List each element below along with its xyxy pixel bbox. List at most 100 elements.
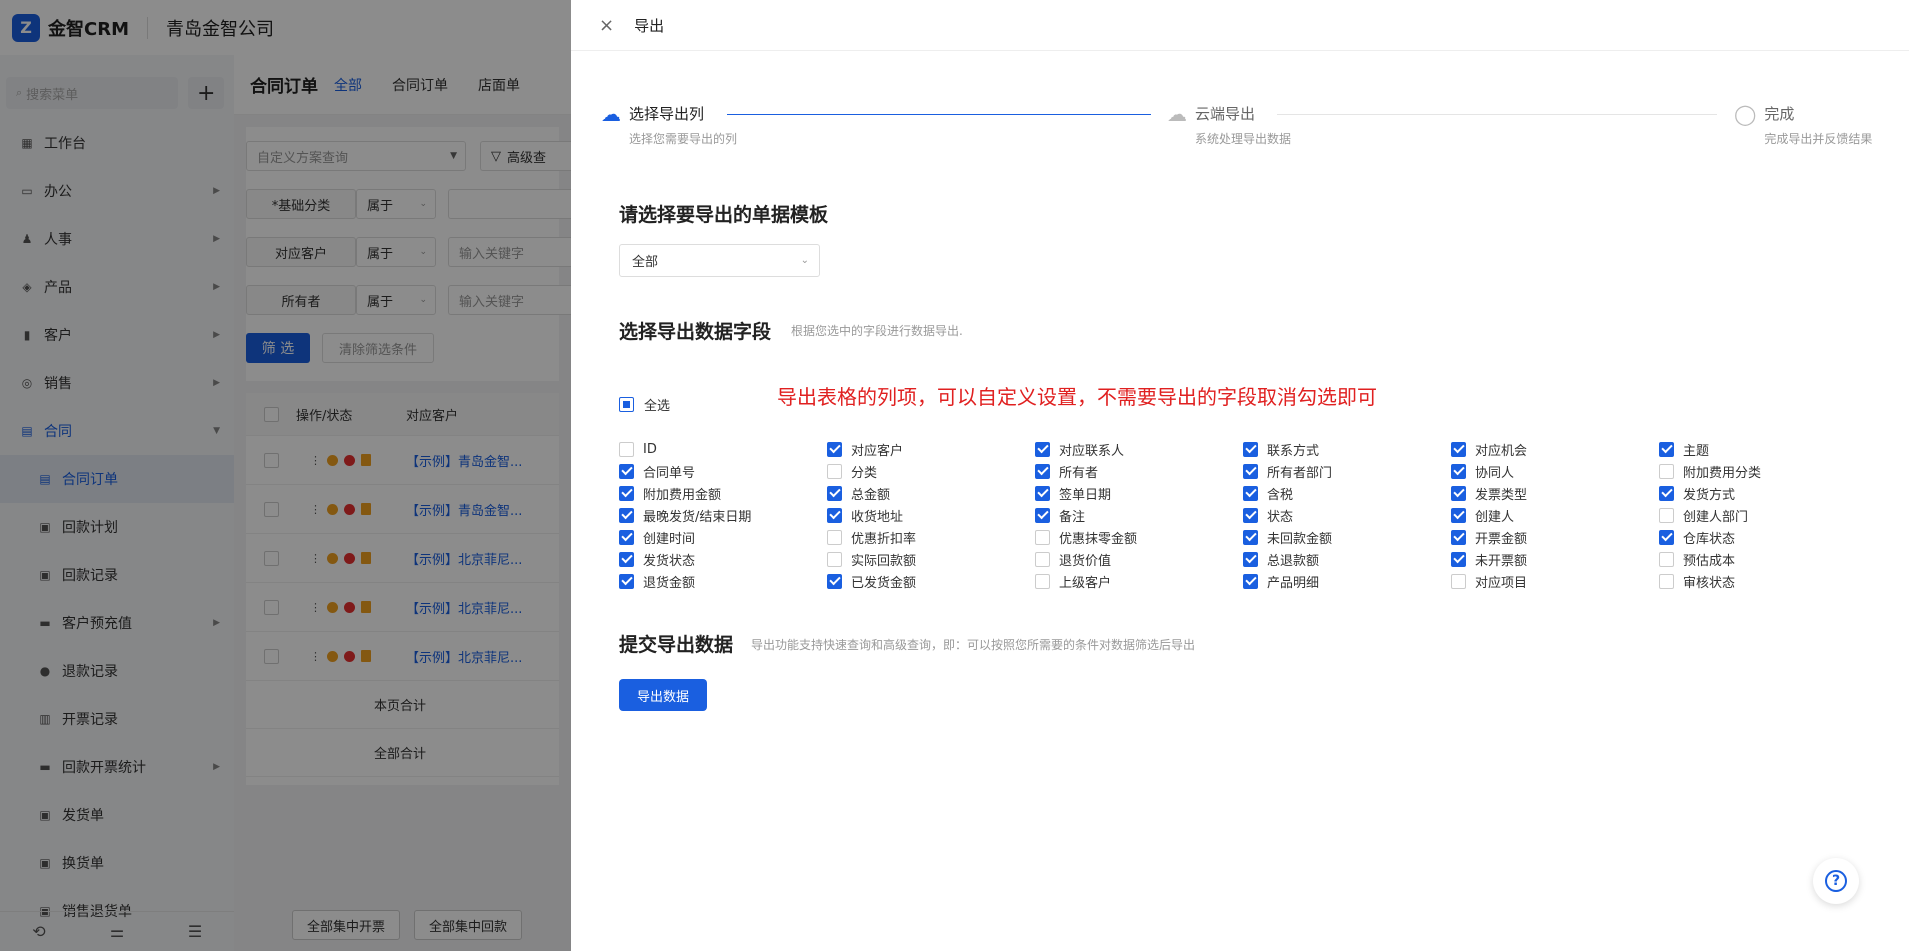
step-connector (727, 114, 1151, 115)
checkbox-icon[interactable] (1451, 529, 1466, 545)
checkbox-icon[interactable] (1035, 441, 1050, 457)
checkbox-icon[interactable] (827, 441, 842, 457)
field-checkbox[interactable]: 产品明细 (1243, 570, 1451, 592)
checkbox-icon[interactable] (1451, 551, 1466, 567)
field-checkbox[interactable]: ID (619, 438, 827, 460)
field-checkbox[interactable]: 备注 (1035, 504, 1243, 526)
step-select-columns: ☁ 选择导出列 选择您需要导出的列 (601, 103, 737, 147)
checkbox-icon[interactable] (1451, 485, 1466, 501)
field-checkbox[interactable]: 含税 (1243, 482, 1451, 504)
field-checkbox[interactable]: 总金额 (827, 482, 1035, 504)
field-checkbox[interactable]: 审核状态 (1659, 570, 1867, 592)
field-checkbox[interactable]: 仓库状态 (1659, 526, 1867, 548)
field-checkbox[interactable]: 所有者部门 (1243, 460, 1451, 482)
field-checkbox[interactable]: 优惠折扣率 (827, 526, 1035, 548)
help-button[interactable]: ? (1813, 858, 1859, 904)
checkbox-icon[interactable] (1243, 441, 1258, 457)
checkbox-icon[interactable] (827, 507, 842, 523)
field-checkbox[interactable]: 优惠抹零金额 (1035, 526, 1243, 548)
checkbox-icon[interactable] (827, 573, 842, 589)
checkbox-icon[interactable] (1243, 485, 1258, 501)
field-checkbox[interactable]: 退货价值 (1035, 548, 1243, 570)
checkbox-icon[interactable] (1659, 551, 1674, 567)
field-checkbox[interactable]: 开票金额 (1451, 526, 1659, 548)
field-checkbox[interactable]: 附加费用分类 (1659, 460, 1867, 482)
field-checkbox[interactable]: 最晚发货/结束日期 (619, 504, 827, 526)
checkbox-icon[interactable] (827, 463, 842, 479)
template-select[interactable]: 全部 ⌄ (619, 244, 820, 277)
field-label: 优惠折扣率 (851, 531, 917, 547)
checkbox-icon[interactable] (1659, 573, 1674, 589)
checkbox-icon[interactable] (1243, 551, 1258, 567)
field-checkbox[interactable]: 未回款金额 (1243, 526, 1451, 548)
field-checkbox[interactable]: 创建人 (1451, 504, 1659, 526)
select-all-check-icon[interactable] (619, 397, 634, 412)
checkbox-icon[interactable] (827, 551, 842, 567)
checkbox-icon[interactable] (1035, 573, 1050, 589)
annotation-text: 导出表格的列项，可以自定义设置，不需要导出的字段取消勾选即可 (777, 385, 1377, 409)
checkbox-icon[interactable] (1035, 529, 1050, 545)
field-checkbox[interactable]: 发票类型 (1451, 482, 1659, 504)
checkbox-icon[interactable] (827, 485, 842, 501)
field-label: 联系方式 (1267, 443, 1320, 459)
field-checkbox[interactable]: 总退款额 (1243, 548, 1451, 570)
field-checkbox[interactable]: 发货状态 (619, 548, 827, 570)
checkbox-icon[interactable] (1451, 463, 1466, 479)
field-label: 含税 (1267, 487, 1294, 503)
checkbox-icon[interactable] (619, 463, 634, 479)
checkbox-icon[interactable] (619, 485, 634, 501)
checkbox-icon[interactable] (619, 529, 634, 545)
field-checkbox[interactable]: 对应项目 (1451, 570, 1659, 592)
checkbox-icon[interactable] (827, 529, 842, 545)
export-data-button[interactable]: 导出数据 (619, 679, 707, 711)
checkbox-icon[interactable] (1243, 529, 1258, 545)
field-checkbox[interactable]: 对应机会 (1451, 438, 1659, 460)
field-checkbox[interactable]: 发货方式 (1659, 482, 1867, 504)
field-checkbox[interactable]: 合同单号 (619, 460, 827, 482)
checkbox-icon[interactable] (1035, 485, 1050, 501)
checkbox-icon[interactable] (619, 573, 634, 589)
field-checkbox[interactable]: 上级客户 (1035, 570, 1243, 592)
field-checkbox[interactable]: 对应联系人 (1035, 438, 1243, 460)
checkbox-icon[interactable] (619, 441, 634, 457)
field-checkbox[interactable]: 主题 (1659, 438, 1867, 460)
checkbox-icon[interactable] (1659, 485, 1674, 501)
checkbox-icon[interactable] (1451, 507, 1466, 523)
checkbox-icon[interactable] (1659, 507, 1674, 523)
field-checkbox[interactable]: 退货金额 (619, 570, 827, 592)
checkbox-icon[interactable] (1243, 573, 1258, 589)
checkbox-icon[interactable] (1035, 463, 1050, 479)
field-checkbox[interactable]: 实际回款额 (827, 548, 1035, 570)
field-checkbox[interactable]: 签单日期 (1035, 482, 1243, 504)
checkbox-icon[interactable] (1035, 551, 1050, 567)
field-checkbox[interactable]: 协同人 (1451, 460, 1659, 482)
field-checkbox[interactable]: 收货地址 (827, 504, 1035, 526)
checkbox-icon[interactable] (1451, 573, 1466, 589)
field-label: 审核状态 (1683, 575, 1736, 591)
field-checkbox[interactable]: 已发货金额 (827, 570, 1035, 592)
checkbox-icon[interactable] (619, 507, 634, 523)
field-checkbox[interactable]: 所有者 (1035, 460, 1243, 482)
field-checkbox[interactable]: 对应客户 (827, 438, 1035, 460)
checkbox-icon[interactable] (619, 551, 634, 567)
checkbox-icon[interactable] (1659, 441, 1674, 457)
field-checkbox[interactable]: 附加费用金额 (619, 482, 827, 504)
field-checkbox[interactable]: 分类 (827, 460, 1035, 482)
field-checkbox[interactable]: 未开票额 (1451, 548, 1659, 570)
field-checkbox[interactable]: 创建时间 (619, 526, 827, 548)
field-checkbox-grid: ID 对应客户 对应联系人 联系方式 对应机会 主题 合同单号 分类 所有者 所有者部门 协同人 附加… (619, 438, 1867, 592)
checkbox-icon[interactable] (1243, 463, 1258, 479)
field-checkbox[interactable]: 状态 (1243, 504, 1451, 526)
checkbox-icon[interactable] (1243, 507, 1258, 523)
field-checkbox[interactable]: 预估成本 (1659, 548, 1867, 570)
checkbox-icon[interactable] (1035, 507, 1050, 523)
modal-overlay[interactable] (0, 0, 571, 951)
select-all-checkbox[interactable]: 全选 (619, 395, 670, 414)
field-checkbox[interactable]: 创建人部门 (1659, 504, 1867, 526)
checkbox-icon[interactable] (1659, 529, 1674, 545)
field-label: 开票金额 (1475, 531, 1528, 547)
checkbox-icon[interactable] (1451, 441, 1466, 457)
close-icon[interactable]: × (599, 15, 614, 36)
checkbox-icon[interactable] (1659, 463, 1674, 479)
field-checkbox[interactable]: 联系方式 (1243, 438, 1451, 460)
